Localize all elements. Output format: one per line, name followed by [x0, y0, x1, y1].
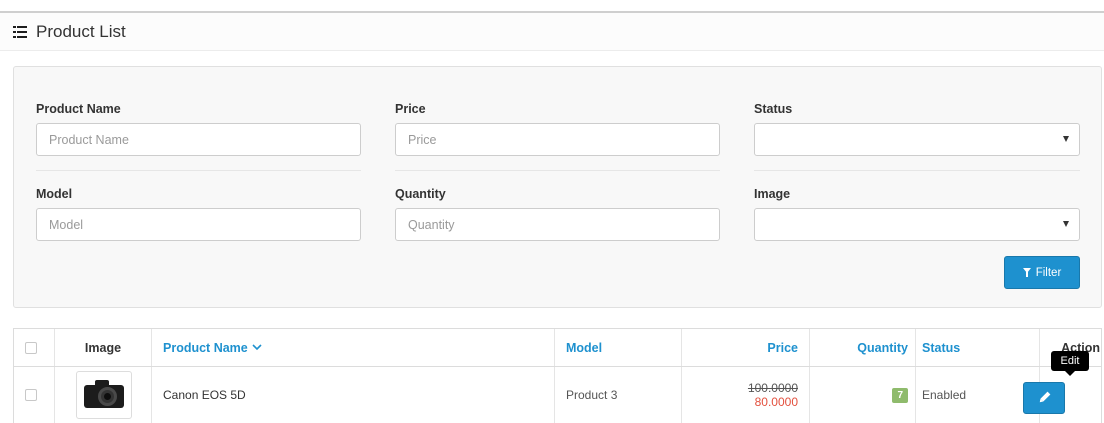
product-image-cell	[55, 367, 152, 423]
price-label: Price	[395, 102, 426, 116]
table-header: Image Product Name Model Price Quantity …	[14, 329, 1101, 367]
edit-button[interactable]	[1023, 382, 1065, 414]
product-name-cell: Canon EOS 5D	[152, 367, 555, 423]
status-label: Status	[754, 102, 793, 116]
quantity-cell: 7	[810, 367, 916, 423]
model-input[interactable]	[36, 208, 361, 241]
select-all-cell	[14, 329, 55, 366]
quantity-input[interactable]	[395, 208, 720, 241]
column-header-model[interactable]: Model	[555, 329, 682, 366]
special-price: 80.0000	[754, 395, 798, 409]
pencil-icon	[1037, 391, 1051, 405]
model-label: Model	[36, 187, 73, 201]
product-name-label: Product Name	[36, 102, 121, 116]
filter-panel: Product Name Price Status Model Quantity…	[13, 66, 1102, 308]
product-thumbnail[interactable]	[76, 371, 132, 419]
divider	[395, 170, 720, 171]
filter-icon	[1022, 268, 1032, 277]
price-cell: 100.0000 80.0000	[682, 367, 810, 423]
column-header-image: Image	[55, 329, 152, 366]
column-header-status[interactable]: Status	[916, 329, 1040, 366]
column-header-price[interactable]: Price	[682, 329, 810, 366]
panel-heading: Product List	[0, 13, 1104, 51]
column-header-product-name-label: Product Name	[163, 340, 248, 355]
status-cell: Enabled	[916, 367, 1040, 423]
old-price: 100.0000	[747, 381, 798, 395]
caret-down-icon	[1063, 221, 1069, 227]
product-table: Image Product Name Model Price Quantity …	[13, 328, 1102, 423]
row-checkbox[interactable]	[25, 389, 37, 401]
product-name-input[interactable]	[36, 123, 361, 156]
image-select[interactable]	[754, 208, 1080, 241]
model-cell: Product 3	[555, 367, 682, 423]
list-icon	[13, 26, 27, 38]
divider	[754, 170, 1080, 171]
status-select[interactable]	[754, 123, 1080, 156]
row-select-cell	[14, 367, 55, 423]
edit-tooltip: Edit	[1051, 351, 1089, 376]
column-header-quantity[interactable]: Quantity	[810, 329, 916, 366]
filter-button[interactable]: Filter	[1004, 256, 1080, 289]
sort-chevron-down-icon	[252, 344, 262, 351]
price-input[interactable]	[395, 123, 720, 156]
divider	[36, 170, 361, 171]
quantity-badge: 7	[892, 387, 908, 403]
camera-image	[84, 380, 124, 408]
table-row: Canon EOS 5D Product 3 100.0000 80.0000 …	[14, 367, 1101, 423]
quantity-label: Quantity	[395, 187, 446, 201]
caret-down-icon	[1063, 136, 1069, 142]
image-label: Image	[754, 187, 791, 201]
column-header-product-name[interactable]: Product Name	[152, 329, 555, 366]
select-all-checkbox[interactable]	[25, 341, 37, 354]
page-title: Product List	[36, 22, 126, 41]
filter-button-label: Filter	[1035, 266, 1062, 279]
